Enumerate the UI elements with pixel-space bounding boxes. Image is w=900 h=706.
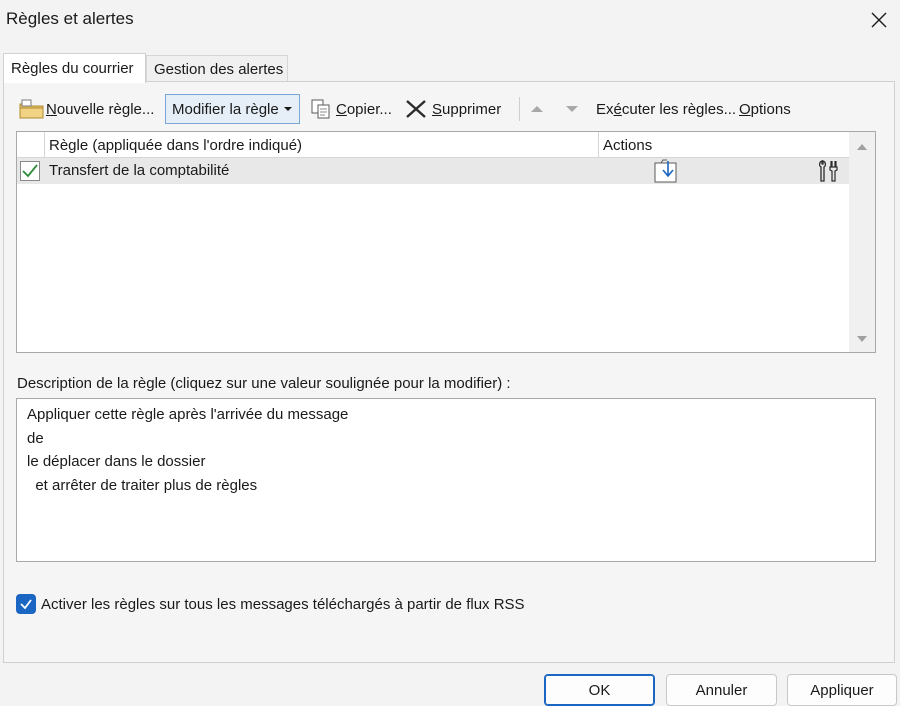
scroll-down-icon[interactable]: [856, 334, 868, 344]
description-line: Appliquer cette règle après l'arrivée du…: [27, 406, 349, 423]
new-rule-button[interactable]: Nouvelle règle...: [19, 94, 154, 124]
tab-mail-rules[interactable]: Règles du courrier: [3, 53, 146, 83]
checkmark-icon: [22, 164, 38, 178]
column-header-actions[interactable]: Actions: [603, 132, 652, 158]
window-title: Règles et alertes: [6, 9, 134, 28]
close-icon: [871, 12, 887, 28]
delete-x-icon: [406, 100, 426, 118]
toolbar-separator: [519, 97, 520, 121]
modify-rule-dropdown[interactable]: Modifier la règle: [165, 94, 300, 124]
checkmark-icon: [20, 599, 32, 610]
title-bar: Règles et alertes: [0, 0, 900, 40]
ok-button[interactable]: OK: [544, 674, 655, 706]
run-rules-button[interactable]: Exécuter les règles...: [596, 94, 736, 124]
new-rule-folder-icon: [19, 99, 44, 119]
column-header-rule[interactable]: Règle (appliquée dans l'ordre indiqué): [49, 132, 302, 158]
column-divider: [598, 132, 599, 158]
rss-rules-option[interactable]: Activer les règles sur tous les messages…: [16, 594, 525, 614]
arrow-down-icon: [566, 106, 578, 112]
scroll-up-icon[interactable]: [856, 142, 868, 152]
rules-toolbar: Nouvelle règle... Modifier la règle Copi…: [17, 94, 877, 124]
move-up-button[interactable]: [529, 94, 545, 124]
tab-manage-alerts[interactable]: Gestion des alertes: [146, 55, 288, 82]
rss-rules-checkbox[interactable]: [16, 594, 36, 614]
rule-description-box[interactable]: Appliquer cette règle après l'arrivée du…: [16, 398, 876, 562]
description-line: et arrêter de traiter plus de règles: [27, 476, 258, 494]
rule-name: Transfert de la comptabilité: [49, 162, 230, 179]
rss-rules-label: Activer les règles sur tous les messages…: [41, 595, 525, 613]
copy-icon: [311, 99, 330, 119]
rule-enabled-checkbox[interactable]: [20, 161, 40, 181]
tools-icon[interactable]: [817, 159, 841, 183]
options-button[interactable]: Options: [739, 94, 791, 124]
arrow-up-icon: [531, 106, 543, 112]
rules-list-header: Règle (appliquée dans l'ordre indiqué) A…: [17, 132, 850, 158]
cancel-button[interactable]: Annuler: [666, 674, 777, 706]
move-to-folder-icon: [654, 159, 677, 183]
column-divider: [44, 132, 45, 158]
delete-button[interactable]: Supprimer: [404, 94, 501, 124]
close-button[interactable]: [864, 6, 894, 34]
rules-list-scrollbar[interactable]: [849, 132, 875, 352]
rules-list[interactable]: Règle (appliquée dans l'ordre indiqué) A…: [16, 131, 876, 353]
rule-description-label: Description de la règle (cliquez sur une…: [17, 375, 511, 392]
move-down-button[interactable]: [564, 94, 580, 124]
description-line: de: [27, 429, 44, 447]
chevron-down-icon: [283, 107, 292, 111]
rule-row[interactable]: Transfert de la comptabilité: [17, 158, 850, 184]
copy-button[interactable]: Copier...: [310, 94, 392, 124]
apply-button[interactable]: Appliquer: [787, 674, 897, 706]
description-line: le déplacer dans le dossier: [27, 453, 206, 470]
